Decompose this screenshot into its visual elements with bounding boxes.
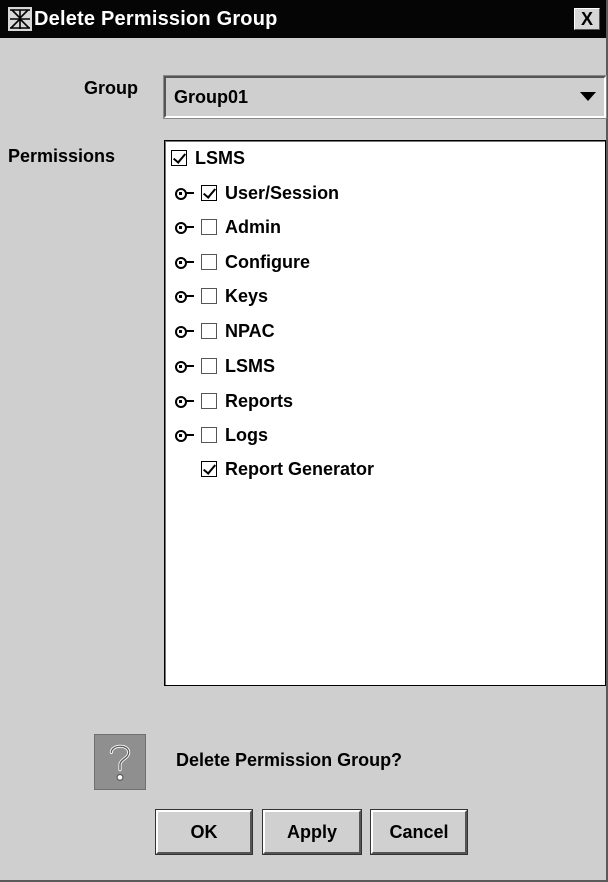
checkbox-npac[interactable]	[201, 323, 217, 339]
close-icon: X	[580, 9, 593, 29]
group-label: Group	[84, 78, 138, 98]
tree-root-lsms[interactable]: LSMS	[171, 143, 245, 173]
checkbox-user-session[interactable]	[201, 185, 217, 201]
apply-button[interactable]: Apply	[262, 809, 362, 855]
confirmation-message: Delete Permission Group?	[176, 750, 403, 770]
tree-item-label: LSMS	[225, 355, 276, 376]
checkbox-lsms[interactable]	[201, 358, 217, 374]
tree-item-logs[interactable]: Logs	[175, 420, 268, 450]
checkbox-logs[interactable]	[201, 427, 217, 443]
expand-handle-icon[interactable]	[175, 255, 195, 269]
expand-handle-icon[interactable]	[175, 289, 195, 303]
expand-handle-icon[interactable]	[175, 186, 195, 200]
app-logo-icon	[8, 7, 32, 31]
tree-item-keys[interactable]: Keys	[175, 281, 268, 311]
close-button[interactable]: X	[574, 8, 600, 30]
expand-handle-icon[interactable]	[175, 220, 195, 234]
tree-root-label: LSMS	[195, 147, 246, 168]
checkbox-keys[interactable]	[201, 288, 217, 304]
permissions-label: Permissions	[8, 146, 116, 166]
tree-item-configure[interactable]: Configure	[175, 247, 310, 277]
tree-item-label: Keys	[225, 285, 269, 306]
tree-item-label: Reports	[225, 390, 294, 411]
chevron-down-icon[interactable]	[580, 92, 596, 101]
expand-handle-icon[interactable]	[175, 324, 195, 338]
permissions-tree[interactable]: LSMS User/Session Admin Configure Keys N…	[164, 140, 606, 686]
checkbox-report-generator[interactable]	[201, 461, 217, 477]
checkbox-lsms-root[interactable]	[171, 150, 187, 166]
title-bar[interactable]: Delete Permission Group X	[0, 0, 606, 38]
tree-item-label: Admin	[225, 216, 281, 237]
tree-item-label: Configure	[225, 251, 310, 272]
expand-handle-icon[interactable]	[175, 359, 195, 373]
cancel-button[interactable]: Cancel	[370, 809, 468, 855]
group-dropdown[interactable]: Group01	[163, 75, 607, 119]
tree-item-label: User/Session	[225, 182, 340, 203]
question-icon	[94, 734, 146, 790]
window-title: Delete Permission Group	[34, 8, 278, 30]
group-dropdown-value: Group01	[174, 87, 249, 107]
delete-permission-group-dialog: Delete Permission Group X Group Group01 …	[0, 0, 608, 882]
tree-item-npac[interactable]: NPAC	[175, 316, 275, 346]
expand-handle-icon[interactable]	[175, 394, 195, 408]
tree-item-lsms[interactable]: LSMS	[175, 351, 275, 381]
tree-item-user-session[interactable]: User/Session	[175, 178, 339, 208]
tree-item-admin[interactable]: Admin	[175, 212, 281, 242]
expand-handle-icon[interactable]	[175, 428, 195, 442]
tree-item-report-generator[interactable]: Report Generator	[201, 454, 374, 484]
tree-item-reports[interactable]: Reports	[175, 386, 293, 416]
tree-item-label: Logs	[225, 424, 268, 445]
tree-item-label: NPAC	[225, 320, 275, 341]
tree-item-label: Report Generator	[225, 458, 375, 479]
checkbox-configure[interactable]	[201, 254, 217, 270]
ok-button[interactable]: OK	[155, 809, 253, 855]
checkbox-admin[interactable]	[201, 219, 217, 235]
checkbox-reports[interactable]	[201, 393, 217, 409]
